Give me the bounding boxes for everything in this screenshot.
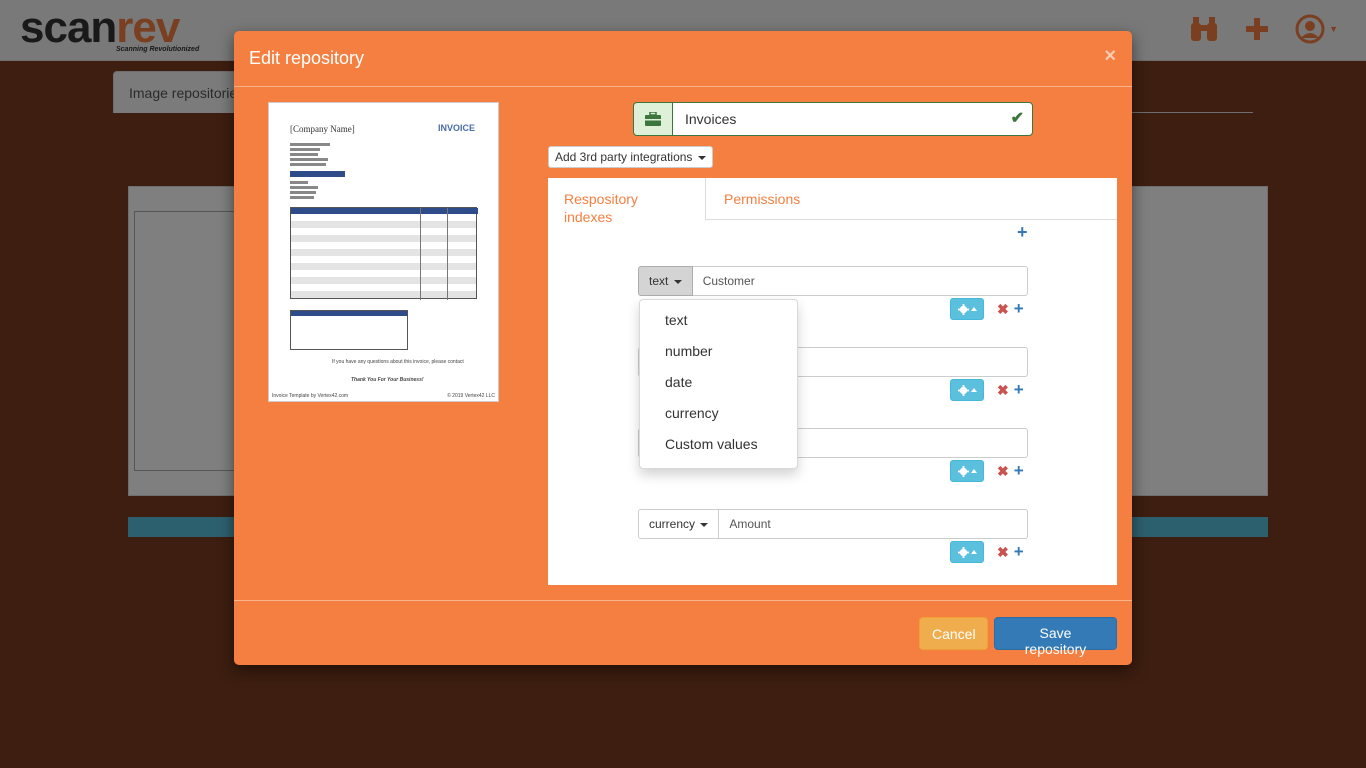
preview-invoice-title: INVOICE <box>437 123 475 133</box>
index-row: text Customer <box>638 266 1028 296</box>
cancel-button[interactable]: Cancel <box>919 617 988 650</box>
index-type-menu: text number date currency Custom values <box>639 299 798 469</box>
preview-footer-right: © 2019 Vertex42 LLC <box>447 393 495 399</box>
tab-permissions[interactable]: Permissions <box>708 178 816 220</box>
menu-item-date[interactable]: date <box>640 367 797 398</box>
remove-index-icon[interactable]: ✖ <box>997 383 1009 397</box>
add-below-plus-icon[interactable]: + <box>1014 543 1024 560</box>
index-settings-button[interactable] <box>950 460 984 482</box>
repository-name-value: Invoices <box>685 111 737 127</box>
caret-down-icon <box>673 279 682 284</box>
check-icon: ✔ <box>1010 110 1024 127</box>
modal-header: Edit repository × <box>234 31 1132 87</box>
modal-footer: Cancel Save repository <box>234 600 1132 665</box>
save-repository-button[interactable]: Save repository <box>994 617 1117 657</box>
index-row: currency Amount <box>638 509 1028 539</box>
index-row-actions: ✖ + <box>950 379 1030 401</box>
gear-icon <box>957 384 969 396</box>
tab-bar: Respository indexes Permissions <box>548 178 1117 225</box>
add-index-plus-icon[interactable]: + <box>1017 223 1028 241</box>
menu-item-custom-values[interactable]: Custom values <box>640 429 797 460</box>
caret-down-icon <box>700 522 709 527</box>
index-type-label: currency <box>649 517 696 531</box>
preview-billto-bar <box>290 171 345 177</box>
caret-down-icon <box>697 155 706 160</box>
index-settings-button[interactable] <box>950 541 984 563</box>
integrations-label: Add 3rd party integrations <box>555 150 693 164</box>
index-row-actions: ✖ + <box>950 298 1030 320</box>
index-row-actions: ✖ + <box>950 541 1030 563</box>
index-row-actions: ✖ + <box>950 460 1030 482</box>
index-type-dropdown[interactable]: text <box>638 266 693 296</box>
index-name-input[interactable]: Customer <box>692 266 1028 296</box>
add-below-plus-icon[interactable]: + <box>1014 300 1024 317</box>
gear-icon <box>957 465 969 477</box>
menu-item-number[interactable]: number <box>640 336 797 367</box>
gear-icon <box>957 546 969 558</box>
add-below-plus-icon[interactable]: + <box>1014 381 1024 398</box>
repository-name-group: Invoices ✔ <box>633 102 1033 136</box>
caret-up-icon <box>970 388 977 392</box>
menu-item-currency[interactable]: currency <box>640 398 797 429</box>
invoice-preview-image: [Company Name] INVOICE If you have any q… <box>268 102 499 402</box>
caret-up-icon <box>970 469 977 473</box>
close-icon[interactable]: × <box>1104 45 1116 68</box>
remove-index-icon[interactable]: ✖ <box>997 302 1009 316</box>
index-name-input[interactable]: Amount <box>719 509 1028 539</box>
preview-footer-left: Invoice Template by Vertex42.com <box>272 393 349 399</box>
index-settings-button[interactable] <box>950 379 984 401</box>
menu-item-text[interactable]: text <box>640 305 797 336</box>
index-settings-button[interactable] <box>950 298 984 320</box>
modal-title: Edit repository <box>249 48 365 68</box>
preview-thanks: Thank You For Your Business! <box>351 377 424 383</box>
preview-terms-box <box>290 310 408 350</box>
preview-contact-line: If you have any questions about this inv… <box>332 359 464 365</box>
preview-address-lines <box>290 143 350 168</box>
tab-repository-indexes[interactable]: Respository indexes <box>548 178 706 225</box>
briefcase-icon <box>633 102 672 136</box>
preview-billto-lines <box>290 181 350 201</box>
caret-up-icon <box>970 550 977 554</box>
gear-icon <box>957 303 969 315</box>
edit-repository-modal: Edit repository × [Company Name] INVOICE <box>234 31 1132 665</box>
remove-index-icon[interactable]: ✖ <box>997 545 1009 559</box>
caret-up-icon <box>970 307 977 311</box>
repository-tabs-panel: Respository indexes Permissions + text C… <box>548 178 1117 585</box>
add-below-plus-icon[interactable]: + <box>1014 462 1024 479</box>
remove-index-icon[interactable]: ✖ <box>997 464 1009 478</box>
preview-line-items <box>290 207 478 300</box>
index-type-label: text <box>649 274 669 288</box>
index-type-dropdown[interactable]: currency <box>638 509 720 539</box>
repository-name-input[interactable]: Invoices ✔ <box>672 102 1033 136</box>
preview-company-name: [Company Name] <box>290 124 355 134</box>
add-integrations-dropdown[interactable]: Add 3rd party integrations <box>548 146 713 168</box>
